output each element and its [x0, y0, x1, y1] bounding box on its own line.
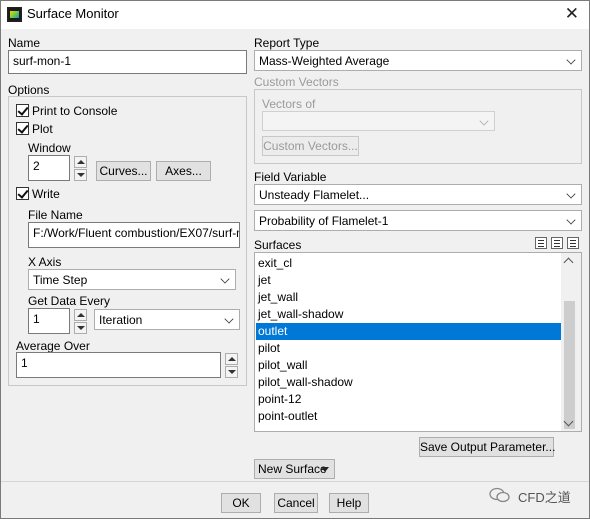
- surface-list-item[interactable]: outlet: [256, 323, 561, 340]
- report-type-select[interactable]: Mass-Weighted Average: [254, 50, 582, 71]
- chevron-down-icon: [479, 116, 489, 126]
- get-data-every-unit-select[interactable]: Iteration: [94, 309, 240, 330]
- get-data-every-spinner[interactable]: [74, 309, 87, 334]
- x-axis-label: X Axis: [28, 255, 62, 269]
- field-variable-sub-value: Probability of Flamelet-1: [259, 214, 389, 228]
- plot-checkbox[interactable]: [16, 122, 29, 135]
- field-variable-value: Unsteady Flamelet...: [259, 188, 370, 202]
- surface-list-item[interactable]: pilot: [256, 340, 561, 357]
- custom-vectors-label: Custom Vectors: [254, 75, 339, 89]
- curves-button[interactable]: Curves...: [96, 161, 151, 181]
- vectors-of-label: Vectors of: [262, 97, 316, 111]
- scroll-up-icon[interactable]: [563, 257, 574, 268]
- window-label: Window: [28, 141, 71, 155]
- vectors-of-select[interactable]: [262, 111, 495, 131]
- new-surface-label: New Surface: [258, 462, 327, 476]
- file-name-input[interactable]: F:/Work/Fluent combustion/EX07/surf-mon: [28, 222, 240, 248]
- print-to-console-checkbox[interactable]: [16, 104, 29, 117]
- write-label: Write: [32, 187, 60, 201]
- spin-up-icon[interactable]: [225, 353, 238, 365]
- name-label: Name: [8, 36, 41, 50]
- chevron-down-icon: [224, 314, 234, 324]
- surfaces-scrollbar[interactable]: [561, 253, 581, 431]
- deselect-all-icon[interactable]: [551, 237, 563, 249]
- watermark-text: CFD之道: [518, 490, 571, 505]
- chevron-down-icon: [220, 274, 230, 284]
- surface-list-item[interactable]: point-12: [256, 391, 561, 408]
- save-output-parameter-button[interactable]: Save Output Parameter...: [419, 437, 555, 457]
- plot-label: Plot: [32, 122, 53, 136]
- surface-list-item[interactable]: exit_cl: [256, 255, 561, 272]
- chevron-down-icon: [566, 215, 576, 225]
- cancel-button[interactable]: Cancel: [274, 493, 318, 513]
- field-variable-sub-select[interactable]: Probability of Flamelet-1: [254, 210, 582, 231]
- print-to-console-label: Print to Console: [32, 104, 118, 118]
- dropdown-triangle-icon: [321, 467, 329, 472]
- name-input[interactable]: surf-mon-1: [8, 50, 247, 74]
- chevron-down-icon: [566, 55, 576, 65]
- get-data-every-unit-value: Iteration: [99, 313, 143, 327]
- x-axis-select[interactable]: Time Step: [28, 269, 236, 290]
- report-type-label: Report Type: [254, 36, 320, 50]
- ok-button[interactable]: OK: [221, 493, 261, 513]
- get-data-every-input[interactable]: 1: [28, 308, 70, 334]
- wechat-icon: [489, 487, 510, 503]
- report-type-value: Mass-Weighted Average: [259, 54, 390, 68]
- average-over-input[interactable]: 1: [16, 352, 221, 378]
- surface-list-item[interactable]: jet_wall-shadow: [256, 306, 561, 323]
- title-bar: Surface Monitor ✕: [1, 1, 589, 29]
- spin-up-icon[interactable]: [74, 309, 87, 321]
- field-variable-select[interactable]: Unsteady Flamelet...: [254, 184, 582, 205]
- surface-list-item[interactable]: jet_wall: [256, 289, 561, 306]
- list-filter-icon[interactable]: [567, 237, 579, 249]
- footer-separator: [1, 481, 589, 482]
- spin-down-icon[interactable]: [74, 322, 87, 334]
- chevron-down-icon: [566, 189, 576, 199]
- spin-down-icon[interactable]: [225, 366, 238, 378]
- new-surface-button[interactable]: New Surface: [254, 459, 335, 479]
- surface-list-item[interactable]: pilot_wall-shadow: [256, 374, 561, 391]
- get-data-every-label: Get Data Every: [28, 294, 111, 308]
- window-title: Surface Monitor: [27, 6, 119, 21]
- surface-list-item[interactable]: jet: [256, 272, 561, 289]
- scroll-thumb[interactable]: [564, 301, 575, 429]
- custom-vectors-button[interactable]: Custom Vectors...: [262, 136, 359, 156]
- fluent-app-icon: [7, 7, 22, 22]
- surfaces-label: Surfaces: [254, 238, 302, 252]
- surface-list-item[interactable]: pilot_wall: [256, 357, 561, 374]
- spin-down-icon[interactable]: [74, 169, 87, 181]
- options-label: Options: [8, 83, 50, 97]
- surface-list-item[interactable]: point-outlet: [256, 408, 561, 425]
- window-number-input[interactable]: 2: [28, 155, 70, 181]
- axes-button[interactable]: Axes...: [156, 161, 211, 181]
- spin-up-icon[interactable]: [74, 156, 87, 168]
- window-spinner[interactable]: [74, 156, 87, 181]
- select-all-icon[interactable]: [535, 237, 547, 249]
- x-axis-value: Time Step: [33, 273, 88, 287]
- field-variable-label: Field Variable: [254, 170, 327, 184]
- help-button[interactable]: Help: [329, 493, 369, 513]
- close-icon[interactable]: ✕: [565, 4, 579, 24]
- surfaces-listbox[interactable]: exit_cl jet jet_wall jet_wall-shadow outlet p…: [254, 252, 582, 432]
- file-name-label: File Name: [28, 208, 83, 222]
- write-checkbox[interactable]: [16, 187, 29, 200]
- average-over-label: Average Over: [16, 339, 90, 353]
- surface-monitor-dialog: Surface Monitor ✕ Name surf-mon-1 Option…: [0, 0, 590, 519]
- average-over-spinner[interactable]: [225, 353, 238, 378]
